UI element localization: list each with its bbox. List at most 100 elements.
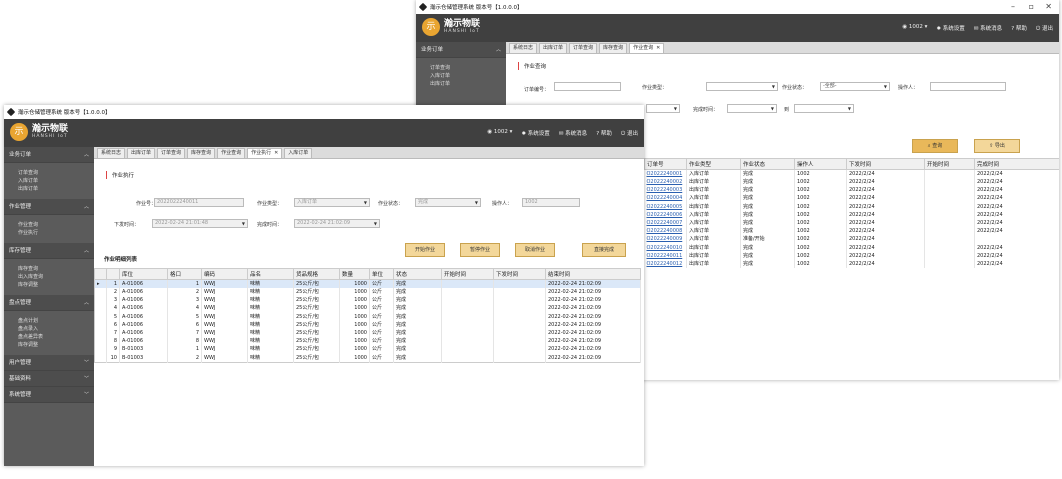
tab[interactable]: 作业执行 ✕: [247, 148, 283, 158]
sidebar-group[interactable]: 作业管理 ︿: [4, 199, 94, 215]
table-row[interactable]: O2022240002 出库订单 完成 1002 2022/2/24 2022/2/24: [644, 178, 1059, 187]
column-header[interactable]: 品名: [247, 268, 294, 280]
job-no-field[interactable]: 2022022240011: [154, 198, 244, 207]
tab[interactable]: 作业查询 ✕: [629, 43, 665, 53]
table-row[interactable]: O2022240012 出库订单 完成 1002 2022/2/24 2022/2/24: [644, 259, 1059, 269]
table-row[interactable]: 10 B-01003 2 WWJ 味精 25公斤/包 1000 公斤 完成 2022-02-24 …: [94, 353, 641, 362]
start-job-button[interactable]: 开始作业: [405, 243, 445, 257]
table-cell[interactable]: O2022240004: [644, 194, 687, 203]
close-button[interactable]: ✕: [1045, 2, 1052, 11]
sidebar-item[interactable]: 出入库查询: [4, 273, 94, 281]
column-header[interactable]: 数量: [339, 268, 370, 280]
sidebar-item[interactable]: 订单查询: [416, 64, 506, 72]
table-row[interactable]: O2022240005 出库订单 完成 1002 2022/2/24 2022/2/24: [644, 202, 1059, 211]
table-cell[interactable]: O2022240002: [644, 178, 687, 187]
close-icon[interactable]: ✕: [274, 150, 278, 156]
table-row[interactable]: ▸ 1 A-01006 1 WWJ 味精 25公斤/包 1000 公斤 完成 2022-02-24 …: [94, 279, 641, 288]
sidebar-item[interactable]: 盘点计划: [4, 317, 94, 325]
tab[interactable]: 系统日志: [509, 43, 538, 53]
sidebar-item[interactable]: 作业查询: [4, 221, 94, 229]
issue-time-to-select[interactable]: ▼: [646, 104, 680, 113]
sidebar-item[interactable]: 入库订单: [4, 177, 94, 185]
exit-button[interactable]: ⏻ 退出: [1036, 24, 1053, 33]
table-row[interactable]: O2022240009 入库订单 准备/开始 1002 2022/2/24: [644, 235, 1059, 244]
tab[interactable]: 订单查询: [157, 148, 186, 158]
job-type-select[interactable]: ▼: [706, 82, 778, 91]
messages-button[interactable]: ✉ 系统消息: [559, 129, 587, 138]
job-status-field[interactable]: 完成 ▼: [415, 198, 481, 207]
cancel-job-button[interactable]: 取消作业: [515, 243, 555, 257]
table-cell[interactable]: O2022240003: [644, 186, 687, 195]
sidebar-group[interactable]: 基础资料 ﹀: [4, 371, 94, 387]
tab[interactable]: 出库订单: [539, 43, 568, 53]
complete-job-button[interactable]: 直接完成: [582, 243, 626, 257]
sidebar-group[interactable]: 系统管理 ﹀: [4, 387, 94, 403]
table-row[interactable]: O2022240008 入库订单 完成 1002 2022/2/24 2022/2/24: [644, 227, 1059, 236]
operator-input[interactable]: [930, 82, 1006, 91]
column-header[interactable]: 下发时间: [493, 268, 546, 280]
job-type-field[interactable]: 入库订单 ▼: [294, 198, 370, 207]
table-row[interactable]: 4 A-01006 4 WWJ 味精 25公斤/包 1000 公斤 完成 2022-02-24 2…: [94, 304, 641, 313]
column-header[interactable]: 订单号: [644, 158, 687, 170]
table-cell[interactable]: O2022240008: [644, 227, 687, 236]
column-header[interactable]: 编码: [201, 268, 248, 280]
sidebar-group[interactable]: 用户管理 ﹀: [4, 355, 94, 371]
sidebar-group[interactable]: 业务订单 ︿: [4, 147, 94, 163]
table-row[interactable]: O2022240006 入库订单 完成 1002 2022/2/24 2022/2/24: [644, 210, 1059, 219]
settings-button[interactable]: ✹ 系统设置: [936, 24, 964, 33]
export-button[interactable]: ⇪ 导出: [974, 139, 1020, 153]
column-header[interactable]: 货品规格: [293, 268, 340, 280]
issue-time-field[interactable]: 2022-02-24 21:01:48 ▼: [152, 219, 248, 228]
query-button[interactable]: ⌕ 查询: [912, 139, 958, 153]
finish-time-field[interactable]: 2022-02-24 21:02:09 ▼: [294, 219, 380, 228]
column-header[interactable]: 库位: [119, 268, 168, 280]
column-header[interactable]: 格口: [167, 268, 202, 280]
sidebar-item[interactable]: 入库订单: [416, 72, 506, 80]
sidebar-item[interactable]: 出库订单: [4, 185, 94, 193]
column-header[interactable]: 结束时间: [545, 268, 641, 280]
table-row[interactable]: 7 A-01006 7 WWJ 味精 25公斤/包 1000 公斤 完成 2022-02-24 2…: [94, 328, 641, 338]
operator-field[interactable]: 1002: [522, 198, 580, 207]
column-header[interactable]: 开始时间: [441, 268, 494, 280]
tab[interactable]: 系统日志: [97, 148, 126, 158]
table-row[interactable]: 5 A-01006 5 WWJ 味精 25公斤/包 1000 公斤 完成 2022-02-24 2…: [94, 312, 641, 321]
table-cell[interactable]: O2022240012: [644, 259, 687, 269]
column-header[interactable]: 操作人: [794, 158, 847, 170]
table-row[interactable]: O2022240007 入库订单 完成 1002 2022/2/24 2022/2/24: [644, 218, 1059, 228]
pause-job-button[interactable]: 暂停作业: [460, 243, 500, 257]
column-header[interactable]: 单位: [369, 268, 394, 280]
exit-button[interactable]: ⏻ 退出: [621, 129, 638, 138]
sidebar-item[interactable]: 库存查询: [4, 265, 94, 273]
table-row[interactable]: 6 A-01006 6 WWJ 味精 25公斤/包 1000 公斤 完成 2022-02-24 2…: [94, 320, 641, 329]
sidebar-item[interactable]: 盘点差异表: [4, 333, 94, 341]
messages-button[interactable]: ✉ 系统消息: [974, 24, 1002, 33]
column-header[interactable]: 下发时间: [846, 158, 925, 170]
sidebar-item[interactable]: 库存调整: [4, 341, 94, 349]
user-menu[interactable]: ◉ 1002 ▾: [902, 24, 927, 33]
table-row[interactable]: 9 B-01003 1 WWJ 味精 25公斤/包 1000 公斤 完成 2022-02-24 2…: [94, 345, 641, 354]
finish-time-from[interactable]: ▼: [727, 104, 777, 113]
maximize-button[interactable]: ▫: [1029, 2, 1034, 11]
table-cell[interactable]: O2022240005: [644, 202, 687, 211]
table-row[interactable]: 3 A-01006 3 WWJ 味精 25公斤/包 1000 公斤 完成 2022-02-24 2…: [94, 296, 641, 305]
settings-button[interactable]: ✹ 系统设置: [521, 129, 549, 138]
help-button[interactable]: ? 帮助: [596, 129, 612, 138]
column-header[interactable]: 完成时间: [974, 158, 1059, 170]
table-cell[interactable]: O2022240009: [644, 235, 687, 244]
sidebar-item[interactable]: 盘点录入: [4, 325, 94, 333]
tab[interactable]: 订单查询: [569, 43, 598, 53]
minimize-button[interactable]: –: [1011, 2, 1015, 11]
table-row[interactable]: O2022240001 入库订单 完成 1002 2022/2/24 2022/2/24: [644, 169, 1059, 178]
column-header[interactable]: 作业状态: [740, 158, 795, 170]
sidebar-item[interactable]: 出库订单: [416, 80, 506, 88]
table-cell[interactable]: O2022240006: [644, 210, 687, 219]
sidebar-group[interactable]: 盘点管理 ︿: [4, 295, 94, 311]
table-row[interactable]: O2022240004 入库订单 完成 1002 2022/2/24 2022/2/24: [644, 194, 1059, 203]
tab[interactable]: 出库订单: [127, 148, 156, 158]
table-cell[interactable]: O2022240011: [644, 251, 687, 260]
table-row[interactable]: O2022240011 出库订单 完成 1002 2022/2/24 2022/2/24: [644, 251, 1059, 260]
table-row[interactable]: 8 A-01006 8 WWJ 味精 25公斤/包 1000 公斤 完成 2022-02-24 2…: [94, 337, 641, 346]
table-row[interactable]: O2022240003 出库订单 完成 1002 2022/2/24 2022/2/24: [644, 186, 1059, 195]
sidebar-group[interactable]: 库存管理 ︿: [4, 243, 94, 259]
table-cell[interactable]: O2022240001: [644, 169, 687, 178]
